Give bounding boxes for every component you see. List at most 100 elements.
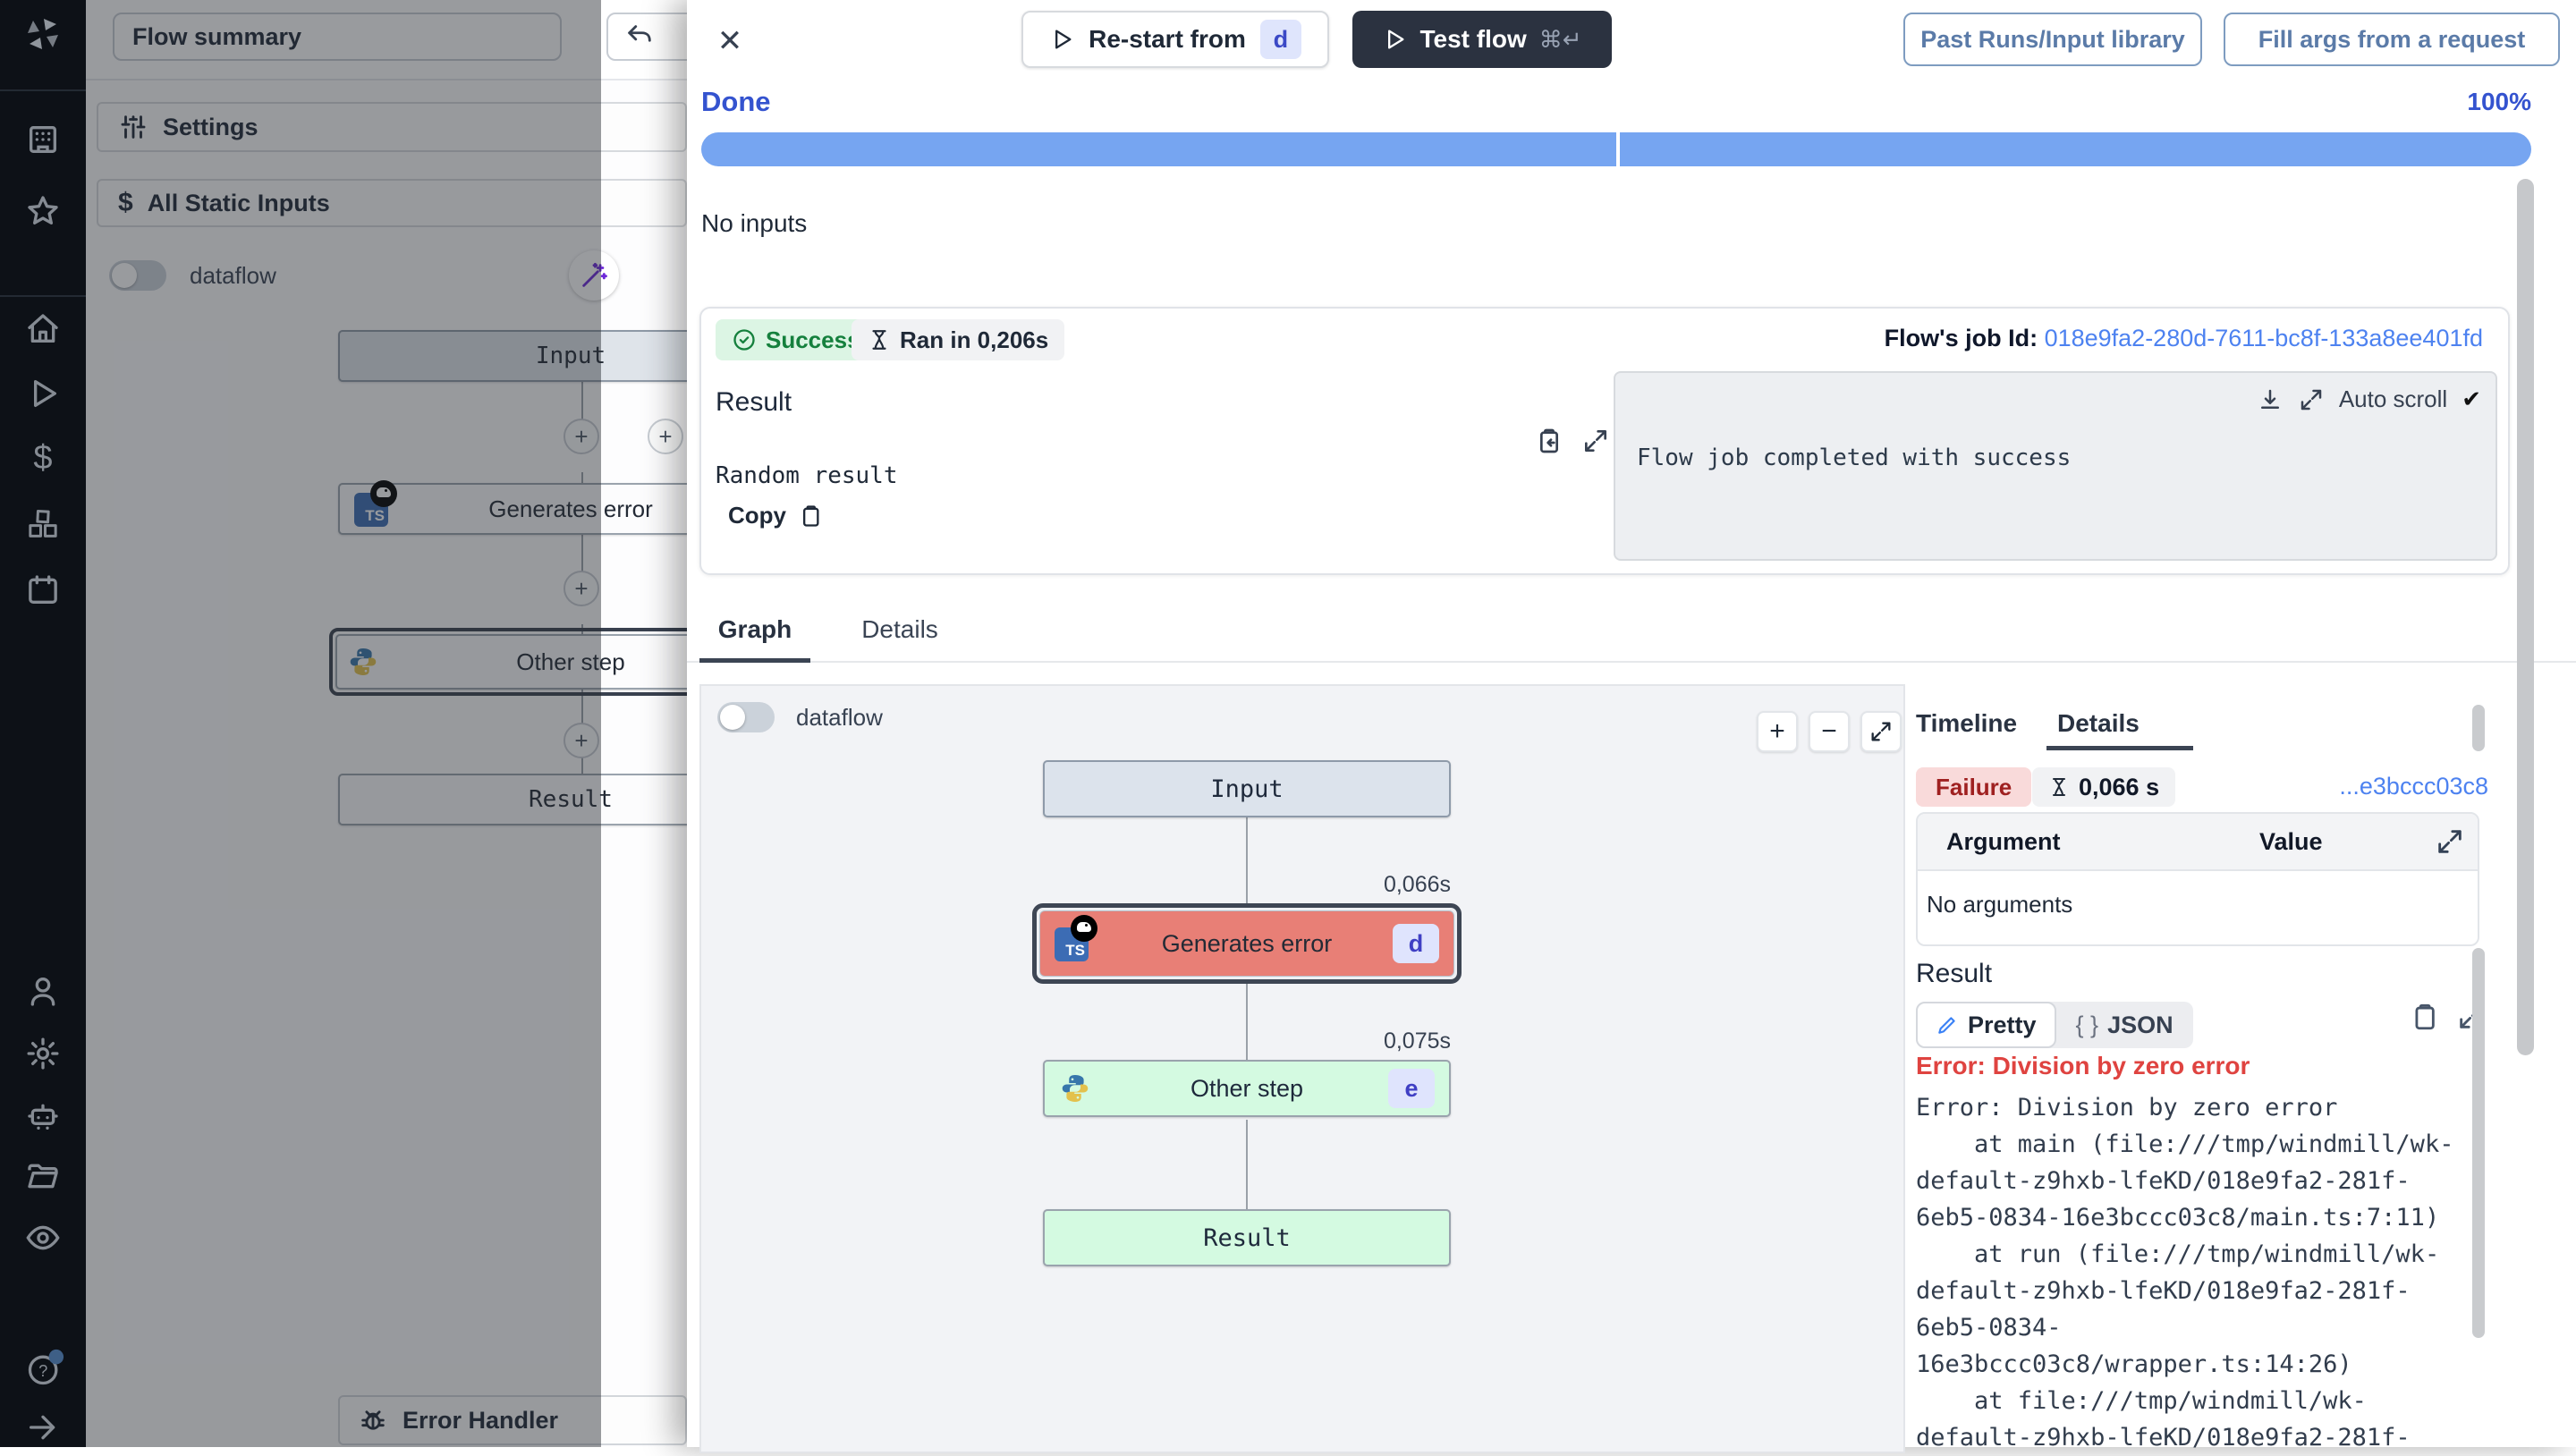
- fit-view-button[interactable]: [1860, 711, 1902, 752]
- step-id-chip: d: [1393, 924, 1439, 963]
- audit-eye-icon[interactable]: [25, 1220, 61, 1256]
- copy-clipboard-icon[interactable]: [2408, 1002, 2438, 1032]
- panel-scrollbar[interactable]: [2472, 705, 2485, 751]
- past-runs-button[interactable]: Past Runs/Input library: [1903, 13, 2202, 66]
- step-id-chip: e: [1388, 1069, 1435, 1108]
- svg-text:?: ?: [38, 1361, 47, 1380]
- panel-scrollbar[interactable]: [2472, 948, 2485, 1338]
- auto-scroll-check-icon[interactable]: ✔: [2462, 385, 2481, 413]
- expand-icon: [1868, 719, 1894, 744]
- schedules-calendar-icon[interactable]: [25, 572, 61, 608]
- result-view-switch: Pretty { } JSON: [1916, 1002, 2193, 1048]
- edge: [1246, 1120, 1248, 1209]
- dataflow-toggle[interactable]: [717, 702, 775, 732]
- pretty-tab[interactable]: Pretty: [1916, 1002, 2056, 1048]
- no-inputs-text: No inputs: [701, 209, 807, 238]
- workspace-icon[interactable]: [25, 122, 61, 157]
- json-tab[interactable]: { } JSON: [2056, 1002, 2193, 1048]
- dataflow-toggle-row: dataflow: [717, 702, 883, 732]
- modal-overlay[interactable]: [0, 0, 601, 1447]
- app-sidebar: $ ?: [0, 0, 86, 1447]
- step-result-title: Result: [1916, 959, 1992, 989]
- graph-node-input[interactable]: Input: [1043, 760, 1451, 817]
- copy-button[interactable]: Copy: [728, 502, 822, 529]
- auto-scroll-label[interactable]: Auto scroll: [2339, 385, 2447, 413]
- log-text: Flow job completed with success: [1637, 444, 2071, 471]
- expand-icon[interactable]: [2435, 826, 2465, 857]
- dataflow-label: dataflow: [796, 704, 883, 732]
- flow-graph-canvas: dataflow + − Input 0,066s TS Generates e…: [699, 684, 1905, 1453]
- active-tab-underline: [699, 658, 810, 663]
- close-button[interactable]: ✕: [710, 21, 750, 61]
- edge: [1246, 817, 1248, 903]
- favorites-star-icon[interactable]: [25, 193, 61, 229]
- zoom-out-button[interactable]: −: [1809, 711, 1850, 752]
- resources-boxes-icon[interactable]: [25, 506, 61, 542]
- failure-badge: Failure: [1916, 767, 2031, 807]
- typescript-deno-icon: TS: [1055, 926, 1090, 961]
- windmill-logo-icon[interactable]: [25, 16, 61, 52]
- add-branch-button[interactable]: +: [648, 419, 683, 454]
- arguments-table-header: Argument Value: [1918, 814, 2478, 871]
- job-id-row: Flow's job Id: 018e9fa2-280d-7611-bc8f-1…: [1885, 325, 2483, 352]
- step-duration-badge: 0,066 s: [2032, 767, 2175, 807]
- settings-gear-icon[interactable]: [25, 1036, 61, 1071]
- step-duration-value: 0,066 s: [2079, 774, 2159, 801]
- edge: [1246, 984, 1248, 1060]
- graph-node-result[interactable]: Result: [1043, 1209, 1451, 1266]
- log-panel: Auto scroll ✔ Flow job completed with su…: [1614, 371, 2497, 561]
- job-id-label: Flow's job Id:: [1885, 325, 2038, 351]
- progress-bar: [701, 132, 2531, 166]
- column-argument: Argument: [1946, 828, 2061, 856]
- arguments-table: Argument Value No arguments: [1916, 812, 2479, 946]
- tab-details[interactable]: Details: [2057, 709, 2140, 738]
- runs-play-icon[interactable]: [25, 376, 61, 411]
- tab-graph[interactable]: Graph: [699, 615, 810, 644]
- graph-node-other-step[interactable]: Other step e: [1043, 1060, 1451, 1117]
- run-result-card: Success Ran in 0,206s Flow's job Id: 018…: [699, 307, 2510, 575]
- expand-icon[interactable]: [2298, 386, 2325, 413]
- active-tab-underline: [2046, 746, 2193, 750]
- workers-robot-icon[interactable]: [25, 1098, 61, 1134]
- tab-timeline[interactable]: Timeline: [1916, 709, 2017, 738]
- step-job-link[interactable]: ...e3bccc03c8: [2220, 773, 2488, 800]
- undo-icon: [624, 21, 655, 52]
- check-circle-icon: [732, 327, 757, 352]
- tab-details[interactable]: Details: [844, 615, 955, 644]
- user-icon[interactable]: [25, 973, 61, 1009]
- sidebar-divider: [0, 89, 86, 91]
- help-icon[interactable]: ?: [25, 1349, 61, 1384]
- test-flow-drawer: ✕ Re-start from d Test flow ⌘↵ Past Runs…: [687, 0, 2576, 1447]
- braces-icon: { }: [2076, 1012, 2099, 1039]
- duration-badge: Ran in 0,206s: [852, 319, 1064, 360]
- test-flow-button[interactable]: Test flow ⌘↵: [1352, 11, 1612, 68]
- python-icon: [1059, 1072, 1091, 1105]
- job-id-link[interactable]: 018e9fa2-280d-7611-bc8f-133a8ee401fd: [2045, 325, 2483, 351]
- result-tools: [1533, 427, 1610, 455]
- error-title: Error: Division by zero error: [1916, 1052, 2250, 1080]
- drawer-scrollbar[interactable]: [2517, 179, 2534, 1055]
- graph-node-generates-error-selected[interactable]: TS Generates error d: [1032, 903, 1462, 984]
- status-done-label: Done: [701, 86, 771, 118]
- no-arguments-text: No arguments: [1927, 891, 2072, 918]
- expand-icon[interactable]: [1581, 427, 1610, 455]
- fill-args-button[interactable]: Fill args from a request: [2224, 13, 2560, 66]
- pen-icon: [1936, 1013, 1959, 1037]
- download-icon[interactable]: [2257, 386, 2284, 413]
- copy-clipboard-icon: [797, 504, 822, 529]
- home-icon[interactable]: [25, 311, 61, 347]
- folders-icon[interactable]: [25, 1158, 61, 1194]
- hourglass-icon: [868, 328, 891, 351]
- undo-button[interactable]: [606, 13, 687, 61]
- result-title: Result: [716, 387, 792, 418]
- copy-clipboard-icon[interactable]: [1533, 427, 1562, 455]
- error-stack-trace: Error: Division by zero error at main (f…: [1916, 1089, 2470, 1456]
- zoom-in-button[interactable]: +: [1757, 711, 1798, 752]
- restart-from-button[interactable]: Re-start from d: [1021, 11, 1329, 68]
- collapse-arrow-icon[interactable]: [25, 1409, 61, 1445]
- progress-percent: 100%: [2379, 88, 2531, 116]
- variables-dollar-icon[interactable]: $: [25, 440, 61, 476]
- step-duration: 0,066s: [1272, 872, 1451, 898]
- column-value: Value: [2259, 828, 2323, 856]
- sidebar-divider: [0, 295, 86, 297]
